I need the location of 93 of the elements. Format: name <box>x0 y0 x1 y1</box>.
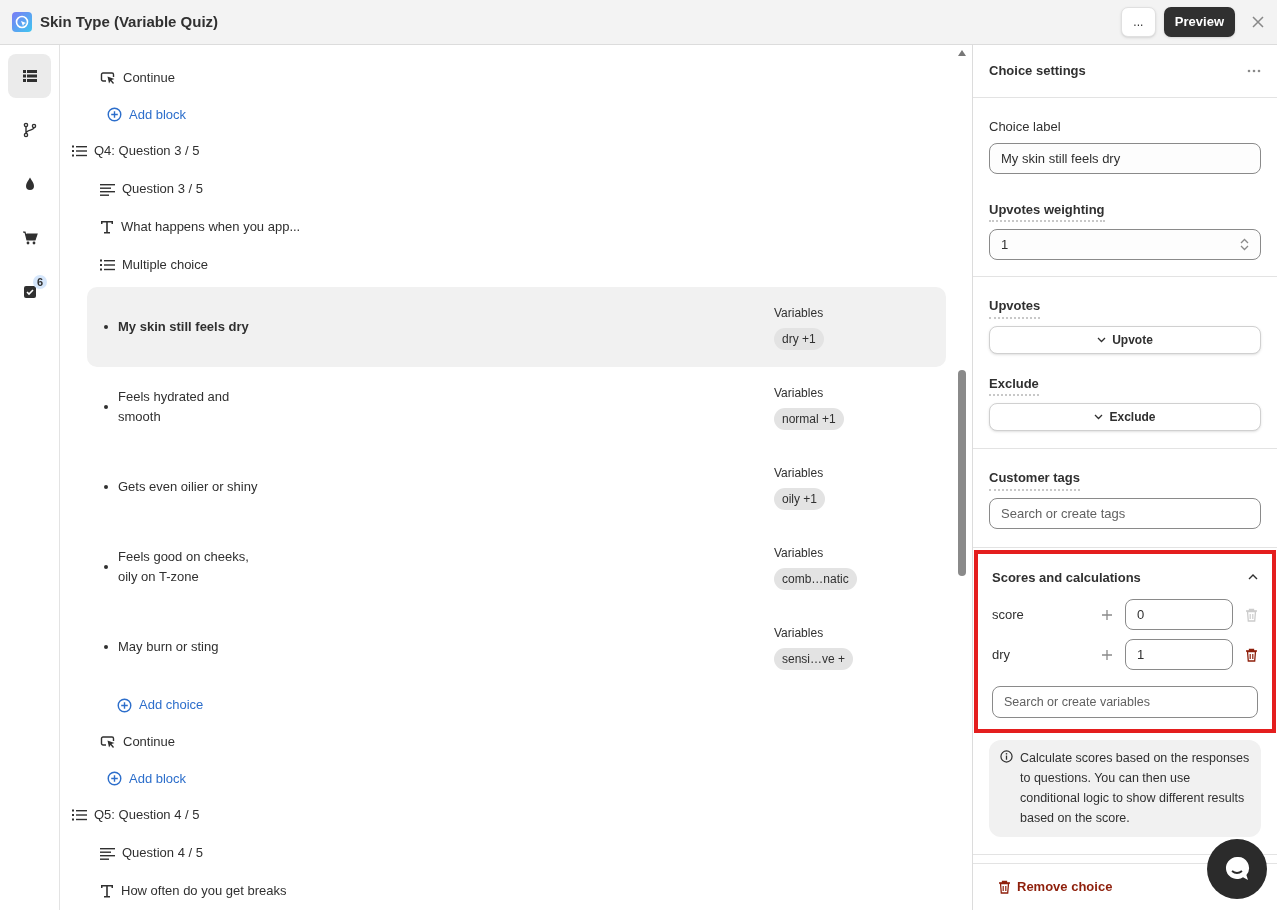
variables-label: Variables <box>774 625 825 642</box>
choice-row[interactable]: Feels good on cheeks, oily on T-zone Variables comb…natic <box>87 527 946 607</box>
info-icon <box>1000 750 1013 763</box>
field-label: Exclude <box>989 373 1039 396</box>
question-item[interactable]: Q4: Question 3 / 5 <box>94 141 200 161</box>
field-label: Choice label <box>989 118 1061 136</box>
variable-tag: comb…natic <box>774 568 857 590</box>
window-title: Skin Type (Variable Quiz) <box>40 11 220 32</box>
field-label: Upvotes <box>989 296 1041 319</box>
rail-button[interactable]: 6 <box>8 270 51 314</box>
choice-label[interactable]: May burn or sting <box>118 637 219 657</box>
more-button[interactable]: ... <box>1120 7 1156 37</box>
heading-item[interactable]: Question 3 / 5 <box>122 179 203 199</box>
bullet-icon <box>104 405 108 409</box>
add-block-link[interactable]: Add block <box>129 768 187 789</box>
field-label: Customer tags <box>989 468 1081 491</box>
variable-tag: dry +1 <box>774 328 824 350</box>
chevron-up-icon[interactable] <box>1248 574 1258 581</box>
plus-circle-icon <box>107 107 122 122</box>
trash-icon[interactable] <box>1245 647 1258 662</box>
bulleted-list-icon <box>72 808 87 822</box>
variable-name: score <box>992 605 1025 624</box>
choice-label[interactable]: Feels hydrated and smooth <box>118 387 270 427</box>
add-block-link[interactable]: Add block <box>129 104 187 125</box>
selected-choice-card[interactable]: My skin still feels dry Variables dry +1 <box>87 287 946 367</box>
stepper-chevrons-icon <box>1240 238 1249 251</box>
variable-name: dry <box>992 645 1012 664</box>
variables-search-field[interactable]: Search or create variables <box>992 686 1258 718</box>
score-input[interactable]: 1 <box>1125 639 1233 670</box>
text-lines-icon <box>100 182 115 196</box>
bullet-icon <box>104 645 108 649</box>
plus-icon <box>1102 609 1112 620</box>
checkbox-icon <box>21 284 38 300</box>
close-icon[interactable] <box>1251 15 1265 29</box>
info-text: Calculate scores based on the responses to questions. You can then use conditional logic to show different results based on the score. <box>1020 750 1251 827</box>
continue-item[interactable]: Continue <box>123 732 176 752</box>
list-icon <box>21 68 38 84</box>
continue-item[interactable]: Continue <box>123 68 176 88</box>
choice-label-input[interactable]: My skin still feels dry <box>989 142 1261 174</box>
heading-item[interactable]: Question 4 / 5 <box>122 843 203 863</box>
add-choice-link[interactable]: Add choice <box>139 695 204 715</box>
text-lines-icon <box>100 846 115 860</box>
variables-label: Variables <box>774 305 824 322</box>
remove-choice-button[interactable]: Remove choice <box>998 877 1113 897</box>
section-title: Scores and calculations <box>992 568 1141 587</box>
variables-label: Variables <box>774 385 825 402</box>
app-logo-icon <box>12 12 32 32</box>
score-input[interactable]: 0 <box>1125 599 1233 630</box>
plus-circle-icon <box>117 697 132 713</box>
text-type-icon <box>100 884 114 898</box>
weighting-select[interactable]: 1 <box>989 229 1261 260</box>
variables-label: Variables <box>774 545 825 562</box>
bullet-icon <box>104 485 108 489</box>
text-item[interactable]: What happens when you app... <box>121 217 301 237</box>
variable-tag: oily +1 <box>774 488 826 510</box>
plus-icon <box>1102 649 1112 660</box>
bullet-icon <box>104 325 108 329</box>
scrollbar-up-icon[interactable] <box>958 50 966 56</box>
choice-label[interactable]: My skin still feels dry <box>118 317 249 337</box>
choice-label[interactable]: Gets even oilier or shiny <box>118 477 258 497</box>
chevron-down-icon <box>1094 414 1104 420</box>
preview-button[interactable]: Preview <box>1163 7 1235 37</box>
text-item[interactable]: How often do you get breaks <box>121 881 287 901</box>
tags-search-field[interactable]: Search or create tags <box>989 497 1261 529</box>
choice-label[interactable]: Feels good on cheeks, oily on T-zone <box>118 547 270 587</box>
choice-row[interactable]: Feels hydrated and smooth Variables normal +1 <box>87 367 946 447</box>
cart-icon <box>21 230 38 246</box>
bulleted-list-icon <box>100 258 115 272</box>
bullet-icon <box>104 565 108 569</box>
variables-label: Variables <box>774 465 825 482</box>
chevron-down-icon <box>1097 336 1107 343</box>
choice-row[interactable]: Gets even oilier or shiny Variables oily +1 <box>87 447 946 527</box>
plus-circle-icon <box>107 771 122 786</box>
cursor-click-icon <box>100 70 116 86</box>
upvote-button[interactable]: Upvote <box>989 325 1261 354</box>
scrollbar-thumb[interactable] <box>958 370 966 576</box>
exclude-button[interactable]: Exclude <box>989 403 1261 431</box>
variable-tag: sensi…ve + <box>774 648 854 670</box>
cursor-click-icon <box>100 734 116 750</box>
question-item[interactable]: Q5: Question 4 / 5 <box>94 805 200 825</box>
multiple-choice-item[interactable]: Multiple choice <box>122 255 208 275</box>
variable-tag: normal +1 <box>774 408 844 430</box>
rail-button[interactable] <box>8 54 51 98</box>
trash-icon <box>998 880 1011 894</box>
field-label: Upvotes weighting <box>989 199 1105 222</box>
count-badge: 6 <box>33 275 47 289</box>
panel-title: Choice settings <box>989 62 1086 81</box>
branch-icon <box>21 122 38 138</box>
bulleted-list-icon <box>72 144 87 158</box>
choice-row[interactable]: May burn or sting Variables sensi…ve + <box>87 607 946 687</box>
more-icon[interactable] <box>1247 69 1261 73</box>
text-type-icon <box>100 220 114 234</box>
chat-button[interactable] <box>1207 839 1267 899</box>
